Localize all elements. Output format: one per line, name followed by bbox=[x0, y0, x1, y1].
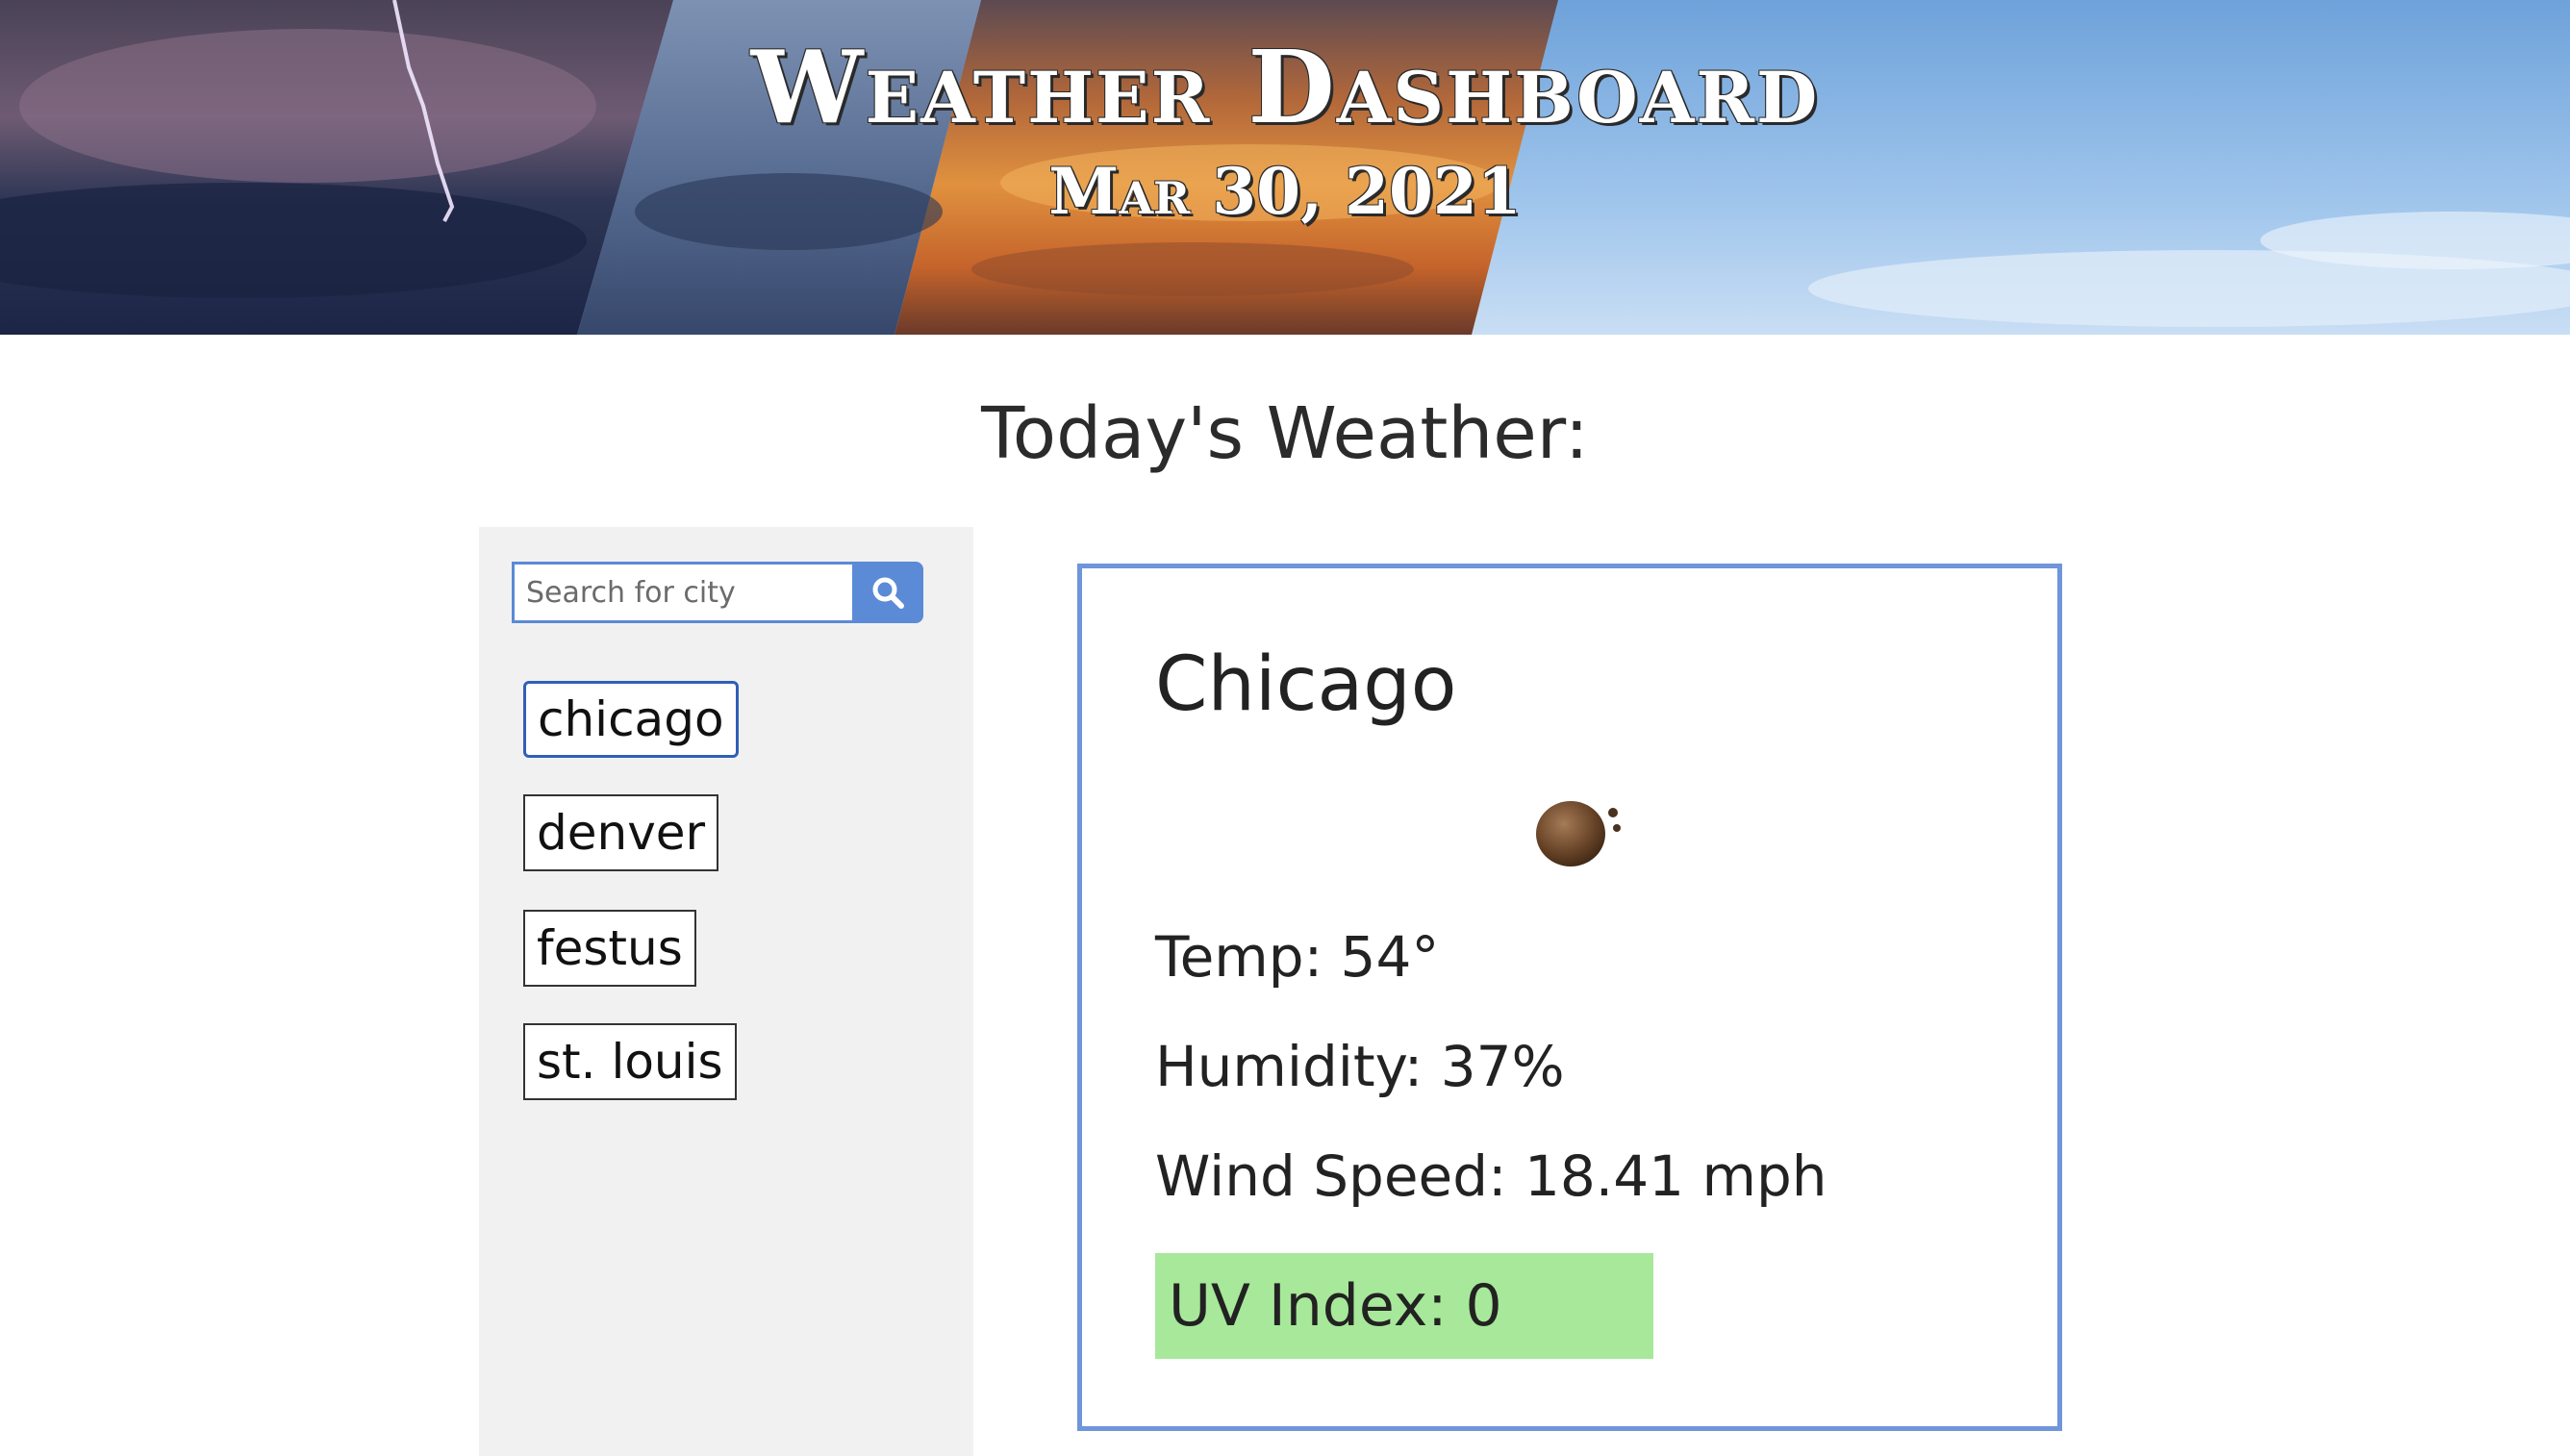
header-banner: Weather Dashboard Mar 30, 2021 bbox=[0, 0, 2570, 335]
search-input[interactable] bbox=[512, 562, 854, 623]
city-button-chicago[interactable]: chicago bbox=[523, 681, 739, 758]
city-button-festus[interactable]: festus bbox=[523, 910, 696, 987]
city-button-denver[interactable]: denver bbox=[523, 794, 719, 871]
search-icon bbox=[872, 577, 904, 609]
current-date: Mar 30, 2021 bbox=[1048, 154, 1522, 229]
search-sidebar: chicago denver festus st. louis bbox=[479, 527, 973, 1456]
city-button-st-louis[interactable]: st. louis bbox=[523, 1023, 737, 1100]
search-button[interactable] bbox=[852, 562, 923, 623]
dashboard-title: Weather Dashboard bbox=[750, 28, 1820, 146]
uv-index-badge: UV Index: 0 bbox=[1155, 1253, 1653, 1359]
wind-speed-value: Wind Speed: 18.41 mph bbox=[1155, 1143, 1827, 1209]
current-city-name: Chicago bbox=[1155, 641, 1457, 728]
section-heading: Today's Weather: bbox=[981, 392, 1589, 475]
temperature-value: Temp: 54° bbox=[1155, 924, 1440, 990]
current-weather-card: Chicago Temp: 54° Humidity: 37% Wind Spe… bbox=[1077, 564, 2062, 1431]
overcast-cloud-icon bbox=[1536, 801, 1621, 866]
search-bar bbox=[512, 562, 923, 623]
humidity-value: Humidity: 37% bbox=[1155, 1034, 1565, 1099]
